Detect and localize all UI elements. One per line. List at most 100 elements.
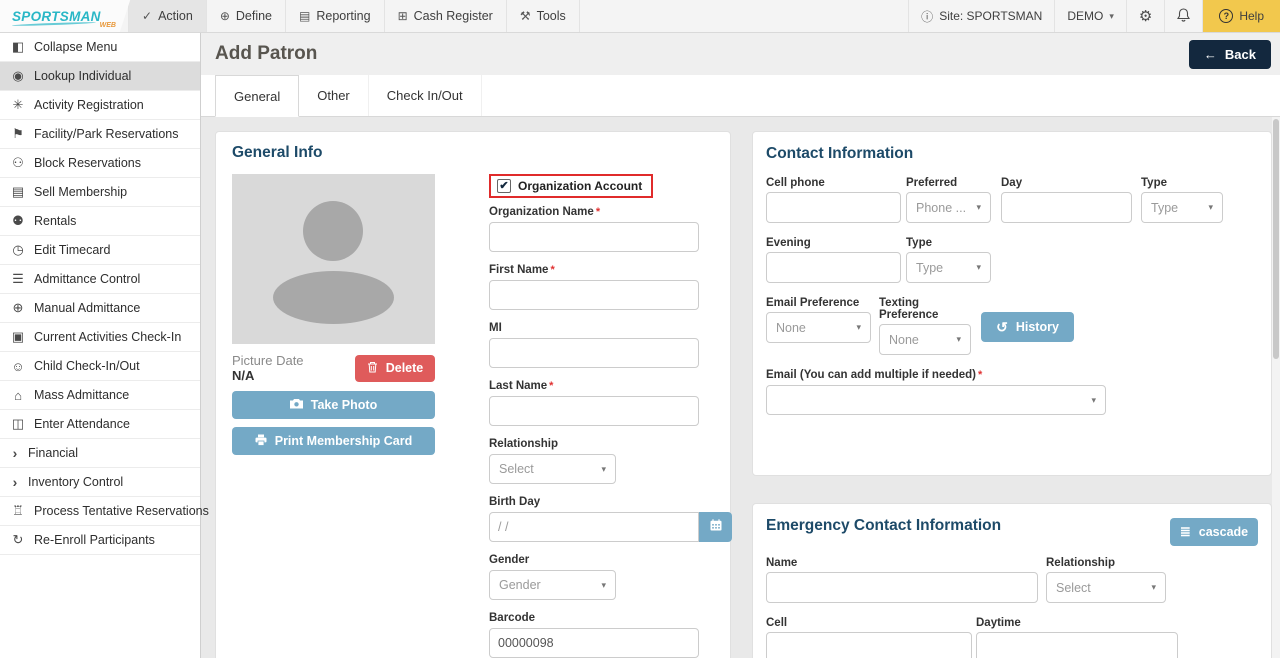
chevron-down-icon: ▾ <box>1091 395 1096 406</box>
sidebar-item-edit-timecard[interactable]: ◷ Edit Timecard <box>0 236 200 265</box>
organization-account-checkbox[interactable]: ✔ <box>497 179 511 193</box>
sidebar-item-mass-admittance[interactable]: ⌂ Mass Admittance <box>0 381 200 410</box>
mi-input[interactable] <box>489 338 699 368</box>
print-membership-card-label: Print Membership Card <box>275 434 413 448</box>
patron-photo-placeholder <box>232 174 435 344</box>
tab-general[interactable]: General <box>215 75 299 117</box>
menu-cash-register[interactable]: ⊞ Cash Register <box>385 0 507 32</box>
sidebar-item-block-reservations[interactable]: ⚇ Block Reservations <box>0 149 200 178</box>
relationship-label: Relationship <box>489 438 732 450</box>
cascade-button[interactable]: ≣ cascade <box>1170 518 1258 546</box>
mi-label: MI <box>489 322 732 334</box>
preferred-select[interactable]: Phone ... ▾ <box>906 192 991 223</box>
sidebar-item-label: Current Activities Check-In <box>34 330 181 344</box>
emergency-daytime-input[interactable] <box>976 632 1178 658</box>
print-membership-card-button[interactable]: Print Membership Card <box>232 427 435 455</box>
birth-day-label: Birth Day <box>489 496 732 508</box>
day-type-select[interactable]: Type ▾ <box>1141 192 1223 223</box>
emergency-name-input[interactable] <box>766 572 1038 603</box>
email-preference-select[interactable]: None ▾ <box>766 312 871 343</box>
menu-reporting[interactable]: ▤ Reporting <box>286 0 385 32</box>
take-photo-button[interactable]: Take Photo <box>232 391 435 419</box>
gender-select[interactable]: Gender ▾ <box>489 570 616 600</box>
sidebar-item-collapse-menu[interactable]: ◧ Collapse Menu <box>0 33 200 62</box>
site-selector[interactable]: ⓘ Site: SPORTSMAN <box>908 0 1054 32</box>
sidebar-item-re-enroll-participants[interactable]: ↻ Re-Enroll Participants <box>0 526 200 555</box>
history-button[interactable]: ↺ History <box>981 312 1074 342</box>
history-button-label: History <box>1016 320 1059 334</box>
sidebar-item-facility-park-reservations[interactable]: ⚑ Facility/Park Reservations <box>0 120 200 149</box>
evening-type-select[interactable]: Type ▾ <box>906 252 991 283</box>
day-phone-input[interactable] <box>1001 192 1132 223</box>
menu-define[interactable]: ⊕ Define <box>207 0 286 32</box>
sidebar-item-label: Mass Admittance <box>34 388 129 402</box>
relationship-select-value: Select <box>499 462 534 476</box>
menu-action[interactable]: ✓ Action <box>128 0 207 32</box>
sidebar-item-financial[interactable]: › Financial <box>0 439 200 468</box>
organization-account-label: Organization Account <box>518 179 642 193</box>
sidebar-item-inventory-control[interactable]: › Inventory Control <box>0 468 200 497</box>
sidebar-item-admittance-control[interactable]: ☰ Admittance Control <box>0 265 200 294</box>
scrollbar-thumb[interactable] <box>1273 119 1279 359</box>
emergency-cell-input[interactable] <box>766 632 972 658</box>
emergency-contact-panel: Emergency Contact Information ≣ cascade … <box>752 503 1272 658</box>
sidebar-item-label: Sell Membership <box>34 185 127 199</box>
environment-dropdown[interactable]: DEMO ▾ <box>1054 0 1126 32</box>
calendar-button[interactable] <box>699 512 732 542</box>
texting-preference-select-value: None <box>889 333 919 347</box>
birth-day-input[interactable] <box>489 512 699 542</box>
tab-check-in-out[interactable]: Check In/Out <box>369 75 482 116</box>
emergency-daytime-label: Daytime <box>976 617 1178 629</box>
sidebar-item-lookup-individual[interactable]: ◉ Lookup Individual <box>0 62 200 91</box>
bell-icon <box>1177 8 1190 25</box>
email-label: Email (You can add multiple if needed)* <box>766 369 1258 381</box>
organization-name-label: Organization Name* <box>489 206 732 218</box>
emergency-relationship-select[interactable]: Select ▾ <box>1046 572 1166 603</box>
menu-tools[interactable]: ⚒ Tools <box>507 0 580 32</box>
circle-plus-icon: ⊕ <box>220 9 230 23</box>
menu-define-label: Define <box>236 9 272 23</box>
sidebar-item-rentals[interactable]: ⚉ Rentals <box>0 207 200 236</box>
required-asterisk: * <box>596 206 600 218</box>
membership-card-icon: ▤ <box>10 184 26 200</box>
day-type-select-value: Type <box>1151 201 1178 215</box>
notifications-button[interactable] <box>1164 0 1202 32</box>
sidebar-item-process-tentative-reservations[interactable]: ♖ Process Tentative Reservations <box>0 497 200 526</box>
back-button[interactable]: ← Back <box>1189 40 1271 69</box>
barcode-label: Barcode <box>489 612 732 624</box>
delete-photo-label: Delete <box>386 361 424 375</box>
chevron-down-icon: ▾ <box>856 322 861 333</box>
sidebar-item-label: Process Tentative Reservations <box>34 504 209 518</box>
organization-name-input[interactable] <box>489 222 699 252</box>
tab-other[interactable]: Other <box>299 75 369 116</box>
sidebar-item-enter-attendance[interactable]: ◫ Enter Attendance <box>0 410 200 439</box>
clipboard-icon: ▣ <box>10 329 26 345</box>
sidebar-item-sell-membership[interactable]: ▤ Sell Membership <box>0 178 200 207</box>
help-button[interactable]: ? Help <box>1202 0 1280 32</box>
info-icon: ⓘ <box>921 8 933 25</box>
relationship-select[interactable]: Select ▾ <box>489 454 616 484</box>
sidebar-item-label: Facility/Park Reservations <box>34 127 179 141</box>
emergency-contact-title: Emergency Contact Information <box>766 517 1001 535</box>
first-name-input[interactable] <box>489 280 699 310</box>
sidebar-item-label: Rentals <box>34 214 76 228</box>
sidebar-item-child-check-in-out[interactable]: ☺ Child Check-In/Out <box>0 352 200 381</box>
cascade-button-label: cascade <box>1199 525 1248 539</box>
content-area: General Info Picture Date N/A <box>201 117 1272 658</box>
email-select[interactable]: ▾ <box>766 385 1106 415</box>
sidebar-item-manual-admittance[interactable]: ⊕ Manual Admittance <box>0 294 200 323</box>
avatar-head <box>303 201 363 261</box>
vertical-scrollbar[interactable] <box>1272 117 1280 658</box>
last-name-input[interactable] <box>489 396 699 426</box>
evening-phone-input[interactable] <box>766 252 901 283</box>
settings-button[interactable]: ⚙ <box>1126 0 1164 32</box>
delete-photo-button[interactable]: Delete <box>355 355 435 382</box>
sidebar-item-current-activities-check-in[interactable]: ▣ Current Activities Check-In <box>0 323 200 352</box>
sidebar-item-activity-registration[interactable]: ✳ Activity Registration <box>0 91 200 120</box>
sidebar-item-label: Lookup Individual <box>34 69 131 83</box>
top-navigation: SPORTSMAN WEB ✓ Action ⊕ Define ▤ Report… <box>0 0 1280 33</box>
cell-phone-input[interactable] <box>766 192 901 223</box>
barcode-input[interactable] <box>489 628 699 658</box>
texting-preference-select[interactable]: None ▾ <box>879 324 971 355</box>
app-logo[interactable]: SPORTSMAN WEB <box>0 0 118 32</box>
